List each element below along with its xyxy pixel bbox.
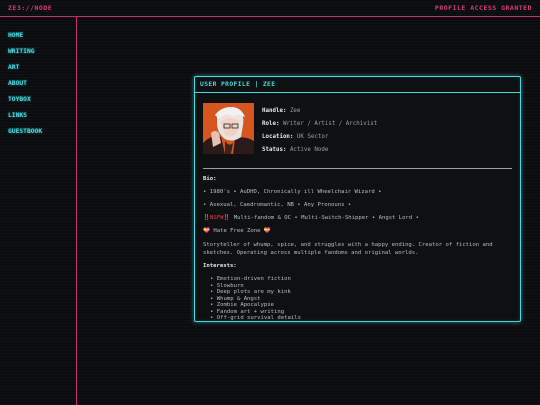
- bio-line-text: Multi-fandom & OC • Multi-Switch-Shipper…: [230, 215, 419, 221]
- nav-menu: HOME WRITING ART ABOUT TOYBOX LINKS GUES…: [0, 17, 76, 144]
- list-item: Off-grid survival details: [210, 315, 512, 321]
- profile-panel: USER PROFILE | ZEE Handle: Zee Role: Wri…: [194, 76, 521, 322]
- field-key: Location:: [262, 134, 294, 140]
- field-status: Status: Active Node: [262, 147, 377, 160]
- heart-icon: 💝: [203, 228, 210, 234]
- nav-item-about[interactable]: ABOUT: [8, 80, 76, 96]
- nav-item-home[interactable]: HOME: [8, 32, 76, 48]
- nav-item-guestbook[interactable]: GUESTBOOK: [8, 128, 76, 144]
- divider: [203, 168, 512, 169]
- avatar: [203, 103, 254, 154]
- site-brand[interactable]: ZE3://NODE: [8, 4, 52, 12]
- bio-description: Storyteller of whump, spice, and struggl…: [203, 242, 493, 256]
- panel-title: USER PROFILE | ZEE: [195, 77, 520, 93]
- sidebar: HOME WRITING ART ABOUT TOYBOX LINKS GUES…: [0, 17, 77, 405]
- nav-item-toybox[interactable]: TOYBOX: [8, 96, 76, 112]
- nsfw-badge: ‼️NSFW‼️: [203, 215, 231, 221]
- access-status: PROFILE ACCESS GRANTED: [434, 4, 532, 12]
- field-key: Role:: [262, 121, 280, 127]
- interests-list: Emotion-driven fiction Slowburn Deep plo…: [203, 276, 512, 321]
- bio-line: ‼️NSFW‼️ Multi-fandom & OC • Multi-Switc…: [203, 215, 512, 228]
- interests-heading: Interests:: [203, 263, 237, 269]
- field-value: Writer / Artist / Archivist: [282, 121, 378, 127]
- bio-line: • Asexual, Caedromantic, NB • Any Pronou…: [203, 202, 352, 208]
- profile-fields: Handle: Zee Role: Writer / Artist / Arch…: [262, 108, 377, 160]
- field-key: Handle:: [262, 108, 287, 114]
- hate-free-line: 💝 Hate Free Zone 💝: [203, 228, 512, 241]
- field-value: Active Node: [289, 147, 329, 153]
- field-handle: Handle: Zee: [262, 108, 377, 121]
- field-key: Status:: [262, 147, 287, 153]
- field-role: Role: Writer / Artist / Archivist: [262, 121, 377, 134]
- avatar-illustration-icon: [203, 103, 254, 154]
- field-location: Location: UK Sector: [262, 134, 377, 147]
- hate-free-text: Hate Free Zone: [209, 228, 264, 234]
- nav-item-art[interactable]: ART: [8, 64, 76, 80]
- bio-heading: Bio:: [203, 176, 217, 182]
- bio-line: • 1980's • AuDHD, Chronically ill Wheelc…: [203, 189, 382, 195]
- top-bar: ZE3://NODE PROFILE ACCESS GRANTED: [0, 0, 540, 17]
- field-value: Zee: [289, 108, 301, 114]
- nav-item-links[interactable]: LINKS: [8, 112, 76, 128]
- profile-content: Bio: • 1980's • AuDHD, Chronically ill W…: [203, 176, 512, 321]
- nav-item-writing[interactable]: WRITING: [8, 48, 76, 64]
- field-value: UK Sector: [296, 134, 329, 140]
- heart-icon: 💝: [263, 228, 271, 234]
